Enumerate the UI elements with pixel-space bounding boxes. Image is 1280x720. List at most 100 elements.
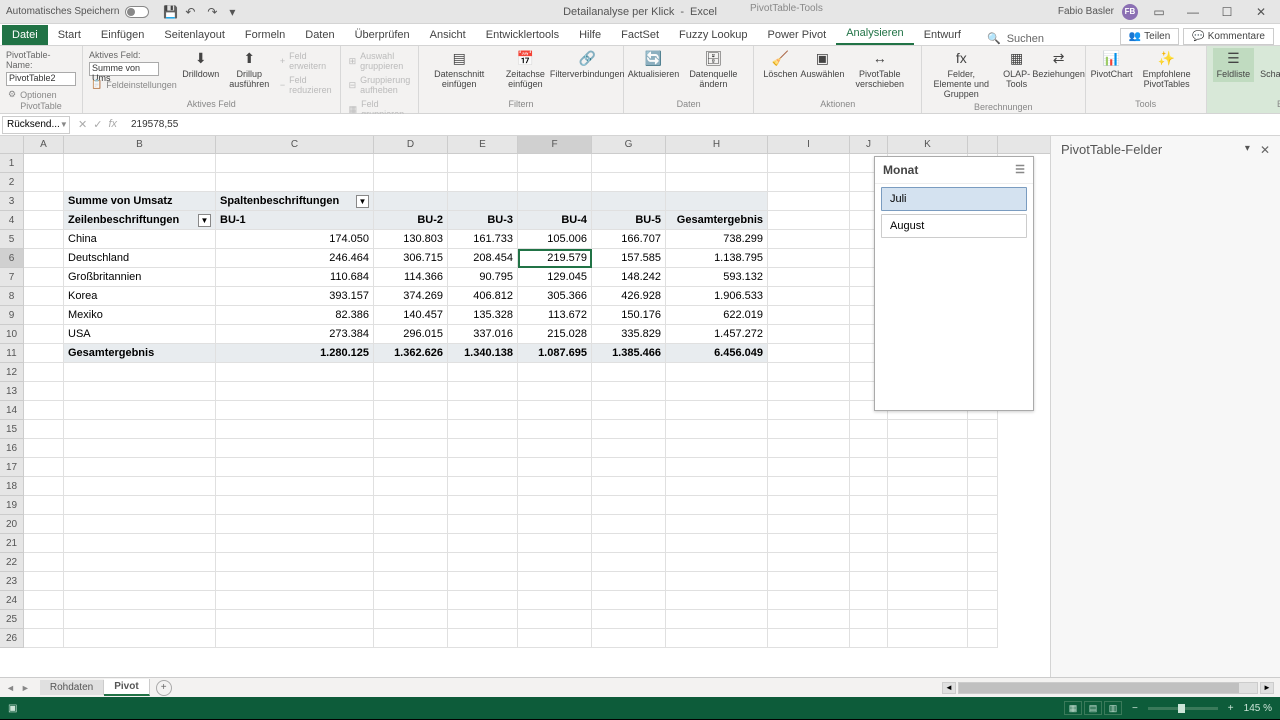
cell[interactable] — [374, 363, 448, 382]
cell[interactable] — [592, 496, 666, 515]
page-break-icon[interactable]: ▥ — [1104, 701, 1122, 715]
cell[interactable] — [592, 458, 666, 477]
cell[interactable] — [666, 192, 768, 211]
cell[interactable] — [592, 439, 666, 458]
tab-insert[interactable]: Einfügen — [91, 25, 154, 45]
cell[interactable] — [448, 173, 518, 192]
collapse-field-button[interactable]: −Feld reduzieren — [278, 74, 334, 96]
active-cell[interactable]: 219.579 — [518, 249, 592, 268]
cell[interactable] — [666, 173, 768, 192]
spreadsheet-grid[interactable]: A B C D E F G H I J K 123Summe von Umsat… — [0, 136, 1050, 677]
cell[interactable] — [768, 439, 850, 458]
cell[interactable]: 130.803 — [374, 230, 448, 249]
cell[interactable] — [850, 591, 888, 610]
cell[interactable] — [666, 610, 768, 629]
cell[interactable] — [850, 553, 888, 572]
tab-analyze[interactable]: Analysieren — [836, 23, 913, 45]
cell[interactable] — [968, 477, 998, 496]
cell[interactable] — [888, 496, 968, 515]
slicer-multiselect-icon[interactable]: ☰ — [1015, 163, 1025, 177]
col-header[interactable]: D — [374, 136, 448, 153]
tab-view[interactable]: Ansicht — [420, 25, 476, 45]
cell[interactable] — [768, 534, 850, 553]
drilldown-button[interactable]: ⬇Drilldown — [181, 48, 221, 82]
tab-file[interactable]: Datei — [2, 25, 48, 45]
col-header[interactable]: F — [518, 136, 592, 153]
pt-name-field[interactable]: PivotTable2 — [6, 72, 76, 86]
cell[interactable] — [518, 439, 592, 458]
row-filter-button[interactable]: ▼ — [198, 214, 211, 227]
cell[interactable]: 406.812 — [448, 287, 518, 306]
cell[interactable] — [768, 591, 850, 610]
cell[interactable] — [374, 572, 448, 591]
cell[interactable] — [518, 515, 592, 534]
cell[interactable] — [666, 420, 768, 439]
cell[interactable] — [24, 192, 64, 211]
cell[interactable] — [24, 344, 64, 363]
row-header[interactable]: 22 — [0, 553, 24, 572]
cell[interactable] — [768, 306, 850, 325]
cell[interactable] — [666, 401, 768, 420]
row-header[interactable]: 7 — [0, 268, 24, 287]
cell[interactable] — [518, 610, 592, 629]
close-icon[interactable]: ✕ — [1248, 3, 1274, 21]
cell[interactable] — [374, 401, 448, 420]
cell[interactable] — [666, 572, 768, 591]
expand-field-button[interactable]: +Feld erweitern — [278, 50, 334, 72]
pivot-row-name[interactable]: Großbritannien — [64, 268, 216, 287]
pivot-row-name[interactable]: Mexiko — [64, 306, 216, 325]
cell[interactable] — [888, 629, 968, 648]
cell[interactable] — [374, 439, 448, 458]
col-header[interactable]: C — [216, 136, 374, 153]
cell[interactable] — [216, 458, 374, 477]
cell[interactable] — [768, 325, 850, 344]
cell[interactable] — [592, 420, 666, 439]
group-selection-button[interactable]: ⊞Auswahl gruppieren — [347, 50, 413, 72]
cell[interactable] — [24, 439, 64, 458]
cell[interactable] — [448, 439, 518, 458]
col-header[interactable]: B — [64, 136, 216, 153]
cell[interactable]: 393.157 — [216, 287, 374, 306]
cell[interactable] — [888, 439, 968, 458]
cell[interactable]: 148.242 — [592, 268, 666, 287]
cell[interactable] — [24, 268, 64, 287]
cell[interactable] — [850, 572, 888, 591]
add-sheet-button[interactable]: + — [156, 680, 172, 696]
hscroll-right-icon[interactable]: ► — [1260, 682, 1274, 694]
cell[interactable] — [374, 515, 448, 534]
cell[interactable] — [24, 610, 64, 629]
cell[interactable] — [64, 458, 216, 477]
cell[interactable] — [768, 268, 850, 287]
cell[interactable] — [216, 572, 374, 591]
cell[interactable] — [24, 496, 64, 515]
pivot-col-bu4[interactable]: BU-4 — [518, 211, 592, 230]
pivot-col-total[interactable]: Gesamtergebnis — [666, 211, 768, 230]
cell[interactable] — [374, 173, 448, 192]
cell[interactable] — [518, 496, 592, 515]
cell[interactable] — [666, 382, 768, 401]
cell[interactable] — [518, 477, 592, 496]
row-header[interactable]: 17 — [0, 458, 24, 477]
cell[interactable] — [518, 154, 592, 173]
autosave-toggle[interactable] — [125, 6, 149, 18]
cell[interactable]: 593.132 — [666, 268, 768, 287]
row-header[interactable]: 15 — [0, 420, 24, 439]
col-header[interactable]: G — [592, 136, 666, 153]
cell[interactable]: 174.050 — [216, 230, 374, 249]
cell[interactable] — [592, 610, 666, 629]
cell[interactable] — [216, 173, 374, 192]
qat-customize-icon[interactable]: ▾ — [229, 5, 243, 19]
cell[interactable]: 161.733 — [448, 230, 518, 249]
cell[interactable] — [64, 439, 216, 458]
row-header[interactable]: 3 — [0, 192, 24, 211]
row-header[interactable]: 10 — [0, 325, 24, 344]
cell[interactable] — [24, 572, 64, 591]
olap-tools-button[interactable]: ▦OLAP-Tools — [997, 48, 1037, 92]
cell[interactable] — [64, 154, 216, 173]
active-field[interactable]: Summe von Ums — [89, 62, 159, 76]
cell[interactable] — [768, 192, 850, 211]
cell[interactable] — [448, 572, 518, 591]
cell[interactable] — [592, 363, 666, 382]
cell[interactable]: 105.006 — [518, 230, 592, 249]
row-header[interactable]: 9 — [0, 306, 24, 325]
